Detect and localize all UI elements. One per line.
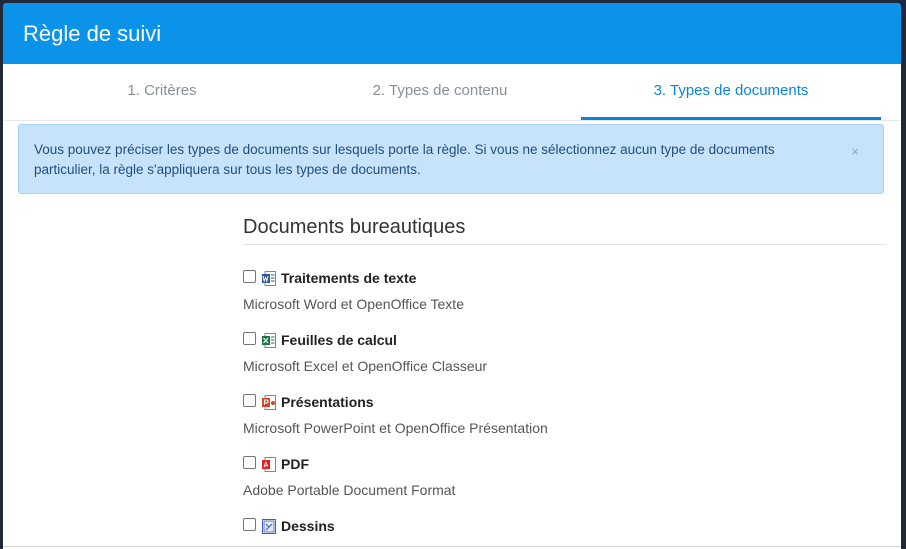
word-icon [262, 270, 276, 286]
doc-type-label: Présentations [281, 394, 374, 410]
info-alert: Vous pouvez préciser les types de docume… [18, 124, 884, 194]
checkbox-presentations[interactable] [243, 394, 256, 407]
doc-type-label: Feuilles de calcul [281, 332, 397, 348]
checkbox-pdf[interactable] [243, 456, 256, 469]
doc-type-description: Microsoft Excel et OpenOffice Classeur [243, 358, 488, 374]
excel-icon [262, 332, 276, 348]
list-item-dessins: Dessins [243, 513, 887, 549]
checkbox-dessins[interactable] [243, 518, 256, 531]
list-item-traitements-de-texte: Traitements de texte Microsoft Word et O… [243, 265, 887, 327]
doc-type-label: Dessins [281, 518, 335, 534]
alert-close-button[interactable]: × [851, 145, 859, 158]
pdf-icon [262, 456, 276, 472]
doc-type-description: Microsoft PowerPoint et OpenOffice Prése… [243, 420, 548, 436]
powerpoint-icon [262, 394, 276, 410]
checkbox-traitements-de-texte[interactable] [243, 270, 256, 283]
list-item-feuilles-de-calcul: Feuilles de calcul Microsoft Excel et Op… [243, 327, 887, 389]
drawing-icon [262, 518, 276, 534]
document-type-list: Traitements de texte Microsoft Word et O… [243, 265, 887, 549]
checkbox-feuilles-de-calcul[interactable] [243, 332, 256, 345]
modal-header: Règle de suivi [3, 3, 901, 64]
tab-bar: 1. Critères 2. Types de contenu 3. Types… [3, 64, 901, 121]
section-title: Documents bureautiques [243, 216, 887, 245]
modal-title: Règle de suivi [23, 20, 162, 46]
follow-rule-modal: Règle de suivi 1. Critères 2. Types de c… [3, 3, 901, 549]
list-item-presentations: Présentations Microsoft PowerPoint et Op… [243, 389, 887, 451]
doc-type-label: PDF [281, 456, 309, 472]
doc-type-label: Traitements de texte [281, 270, 417, 286]
tab-criteres[interactable]: 1. Critères [3, 64, 321, 117]
divider [3, 546, 901, 547]
office-documents-section: Documents bureautiques [243, 216, 887, 245]
doc-type-description: Microsoft Word et OpenOffice Texte [243, 296, 464, 312]
tab-types-de-documents[interactable]: 3. Types de documents [581, 64, 881, 120]
alert-text: Vous pouvez préciser les types de docume… [34, 142, 775, 177]
doc-type-description: Adobe Portable Document Format [243, 482, 456, 498]
tab-types-de-contenu[interactable]: 2. Types de contenu [281, 64, 599, 117]
list-item-pdf: PDF Adobe Portable Document Format [243, 451, 887, 513]
